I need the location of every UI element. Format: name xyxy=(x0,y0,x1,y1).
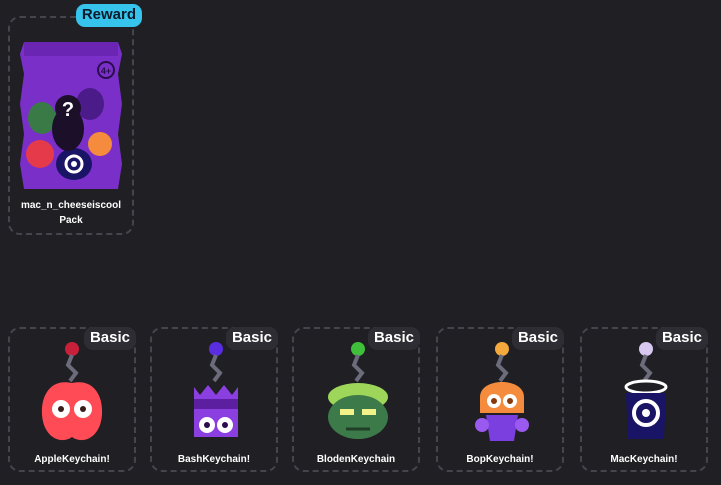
keychain-name: MacKeychain! xyxy=(610,454,678,465)
reward-badge: Reward xyxy=(75,4,142,27)
pack-card[interactable]: Reward 4+ ? mac_n_cheeseiscool Pack xyxy=(8,4,142,235)
bop-keychain-icon xyxy=(475,342,529,441)
keychain-name: AppleKeychain! xyxy=(34,454,110,465)
keychain-card-bloden[interactable]: Basic BlodenKeychain xyxy=(292,327,420,472)
bloden-keychain-icon xyxy=(328,342,388,439)
pack-name: mac_n_cheeseiscool xyxy=(20,200,122,211)
keychain-card-mac[interactable]: Basic MacKeychain! xyxy=(580,327,708,472)
mac-keychain-icon xyxy=(624,342,668,439)
keychain-name: BashKeychain! xyxy=(177,454,251,465)
keychain-card-bash[interactable]: Basic BashKeychain! xyxy=(150,327,278,472)
keychain-name: BopKeychain! xyxy=(466,454,534,465)
apple-keychain-icon xyxy=(41,342,103,441)
pack-subname: Pack xyxy=(59,215,83,226)
svg-text:4+: 4+ xyxy=(101,66,111,76)
keychain-name: BlodenKeychain xyxy=(316,454,396,465)
bash-keychain-icon xyxy=(194,342,238,437)
keychain-card-apple[interactable]: Basic AppleKeychain! xyxy=(8,327,136,472)
svg-text:?: ? xyxy=(62,99,74,121)
mystery-pack-bag-icon: 4+ ? xyxy=(20,42,122,189)
keychain-card-bop[interactable]: Basic BopKeychain! xyxy=(436,327,564,472)
